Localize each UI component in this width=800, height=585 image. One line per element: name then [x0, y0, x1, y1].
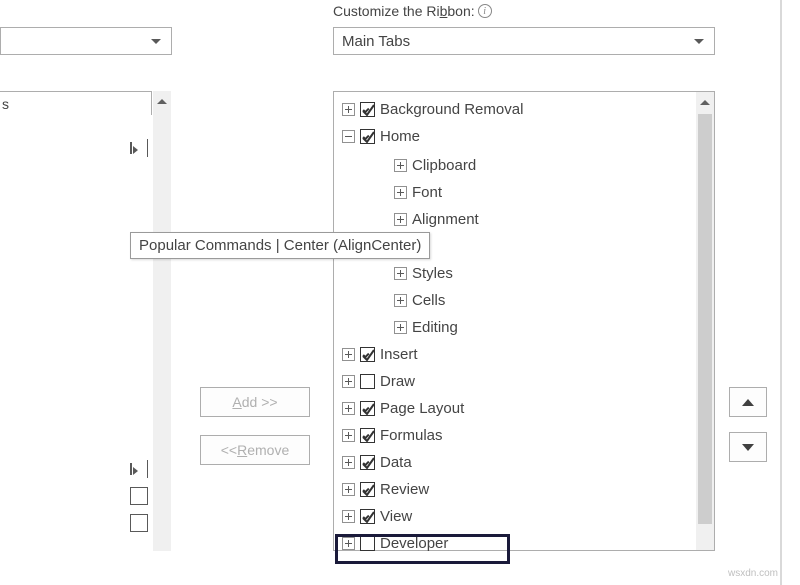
- command-icon: [130, 514, 148, 532]
- choose-commands-dropdown[interactable]: [0, 27, 172, 55]
- tree-node-label: Draw: [380, 373, 415, 390]
- tree-node-label: Clipboard: [412, 157, 476, 174]
- tree-node-label: Data: [380, 454, 412, 471]
- dialog-right-border: [780, 0, 782, 585]
- tree-node-data[interactable]: Data: [334, 449, 694, 476]
- collapse-icon[interactable]: [342, 130, 355, 143]
- tree-node-editing[interactable]: Editing: [334, 314, 694, 341]
- expand-icon[interactable]: [342, 103, 355, 116]
- add-button: Add >>: [200, 387, 310, 417]
- tree-node-font[interactable]: Font: [334, 179, 694, 206]
- command-icon: [130, 487, 148, 505]
- triangle-up-icon: [700, 100, 710, 105]
- command-icons-group: [130, 135, 148, 161]
- ribbon-tabs-tree[interactable]: Background Removal Home Clipboard Font Align…: [333, 91, 715, 551]
- tree-node-formulas[interactable]: Formulas: [334, 422, 694, 449]
- tree-node-cells[interactable]: Cells: [334, 287, 694, 314]
- expand-icon[interactable]: [342, 483, 355, 496]
- customize-ribbon-label: Customize the Ribbon: i: [333, 0, 492, 22]
- checkbox[interactable]: [360, 401, 375, 416]
- tree-node-developer[interactable]: Developer: [334, 530, 694, 557]
- expand-icon[interactable]: [342, 510, 355, 523]
- scroll-up-button[interactable]: [153, 92, 171, 110]
- command-icon: [130, 460, 148, 478]
- expand-icon[interactable]: [342, 348, 355, 361]
- checkbox[interactable]: [360, 374, 375, 389]
- expand-icon[interactable]: [342, 537, 355, 550]
- tree-node-label: Insert: [380, 346, 418, 363]
- triangle-up-icon: [742, 399, 754, 406]
- scroll-up-button[interactable]: [696, 93, 714, 111]
- tree-node-draw[interactable]: Draw: [334, 368, 694, 395]
- checkbox[interactable]: [360, 536, 375, 551]
- watermark: wsxdn.com: [728, 568, 778, 579]
- tree-node-home[interactable]: Home: [334, 123, 694, 150]
- expand-icon[interactable]: [342, 429, 355, 442]
- tree-node-label: Review: [380, 481, 429, 498]
- expand-icon[interactable]: [394, 267, 407, 280]
- expand-icon[interactable]: [394, 321, 407, 334]
- tree-node-styles[interactable]: Styles: [334, 260, 694, 287]
- scrollbar-track[interactable]: [153, 91, 171, 551]
- info-icon[interactable]: i: [478, 4, 492, 18]
- expand-icon[interactable]: [342, 456, 355, 469]
- tree-node-label: Background Removal: [380, 101, 523, 118]
- tree-node-label: Styles: [412, 265, 453, 282]
- expand-icon[interactable]: [394, 294, 407, 307]
- checkbox[interactable]: [360, 455, 375, 470]
- expand-icon[interactable]: [342, 375, 355, 388]
- customize-ribbon-dropdown[interactable]: Main Tabs: [333, 27, 715, 55]
- tree-node-label: Page Layout: [380, 400, 464, 417]
- tree-node-label: View: [380, 508, 412, 525]
- checkbox[interactable]: [360, 428, 375, 443]
- checkbox[interactable]: [360, 482, 375, 497]
- expand-icon[interactable]: [394, 159, 407, 172]
- checkbox[interactable]: [360, 129, 375, 144]
- checkbox[interactable]: [360, 347, 375, 362]
- tree-node-label: Font: [412, 184, 442, 201]
- triangle-down-icon: [742, 444, 754, 451]
- command-icons-group-2: [130, 455, 148, 536]
- tree-node-label: Cells: [412, 292, 445, 309]
- tree-node-insert[interactable]: Insert: [334, 341, 694, 368]
- scrollbar-thumb[interactable]: [698, 114, 712, 524]
- tree-node-page-layout[interactable]: Page Layout: [334, 395, 694, 422]
- tree-node-view[interactable]: View: [334, 503, 694, 530]
- command-tooltip: Popular Commands | Center (AlignCenter): [130, 232, 430, 259]
- tree-node-label: Alignment: [412, 211, 479, 228]
- tree-node-alignment[interactable]: Alignment: [334, 206, 694, 233]
- tree-node-background-removal[interactable]: Background Removal: [334, 96, 694, 123]
- checkbox[interactable]: [360, 509, 375, 524]
- tree-node-review[interactable]: Review: [334, 476, 694, 503]
- remove-button: << Remove: [200, 435, 310, 465]
- move-up-button[interactable]: [729, 387, 767, 417]
- move-down-button[interactable]: [729, 432, 767, 462]
- expand-icon[interactable]: [394, 213, 407, 226]
- checkbox[interactable]: [360, 102, 375, 117]
- list-item[interactable]: s: [0, 91, 152, 115]
- chevron-down-icon: [145, 30, 167, 52]
- customize-ribbon-label-text: Customize the Ribbon:: [333, 3, 475, 19]
- tree-node-label: Editing: [412, 319, 458, 336]
- customize-ribbon-value: Main Tabs: [342, 33, 688, 50]
- tree-node-label: Home: [380, 128, 420, 145]
- expand-icon[interactable]: [342, 402, 355, 415]
- chevron-down-icon: [688, 30, 710, 52]
- increase-indent-icon: [130, 139, 148, 157]
- triangle-up-icon: [157, 99, 167, 104]
- tree-node-label: Formulas: [380, 427, 443, 444]
- tree-node-clipboard[interactable]: Clipboard: [334, 152, 694, 179]
- tree-node-label: Developer: [380, 535, 448, 552]
- expand-icon[interactable]: [394, 186, 407, 199]
